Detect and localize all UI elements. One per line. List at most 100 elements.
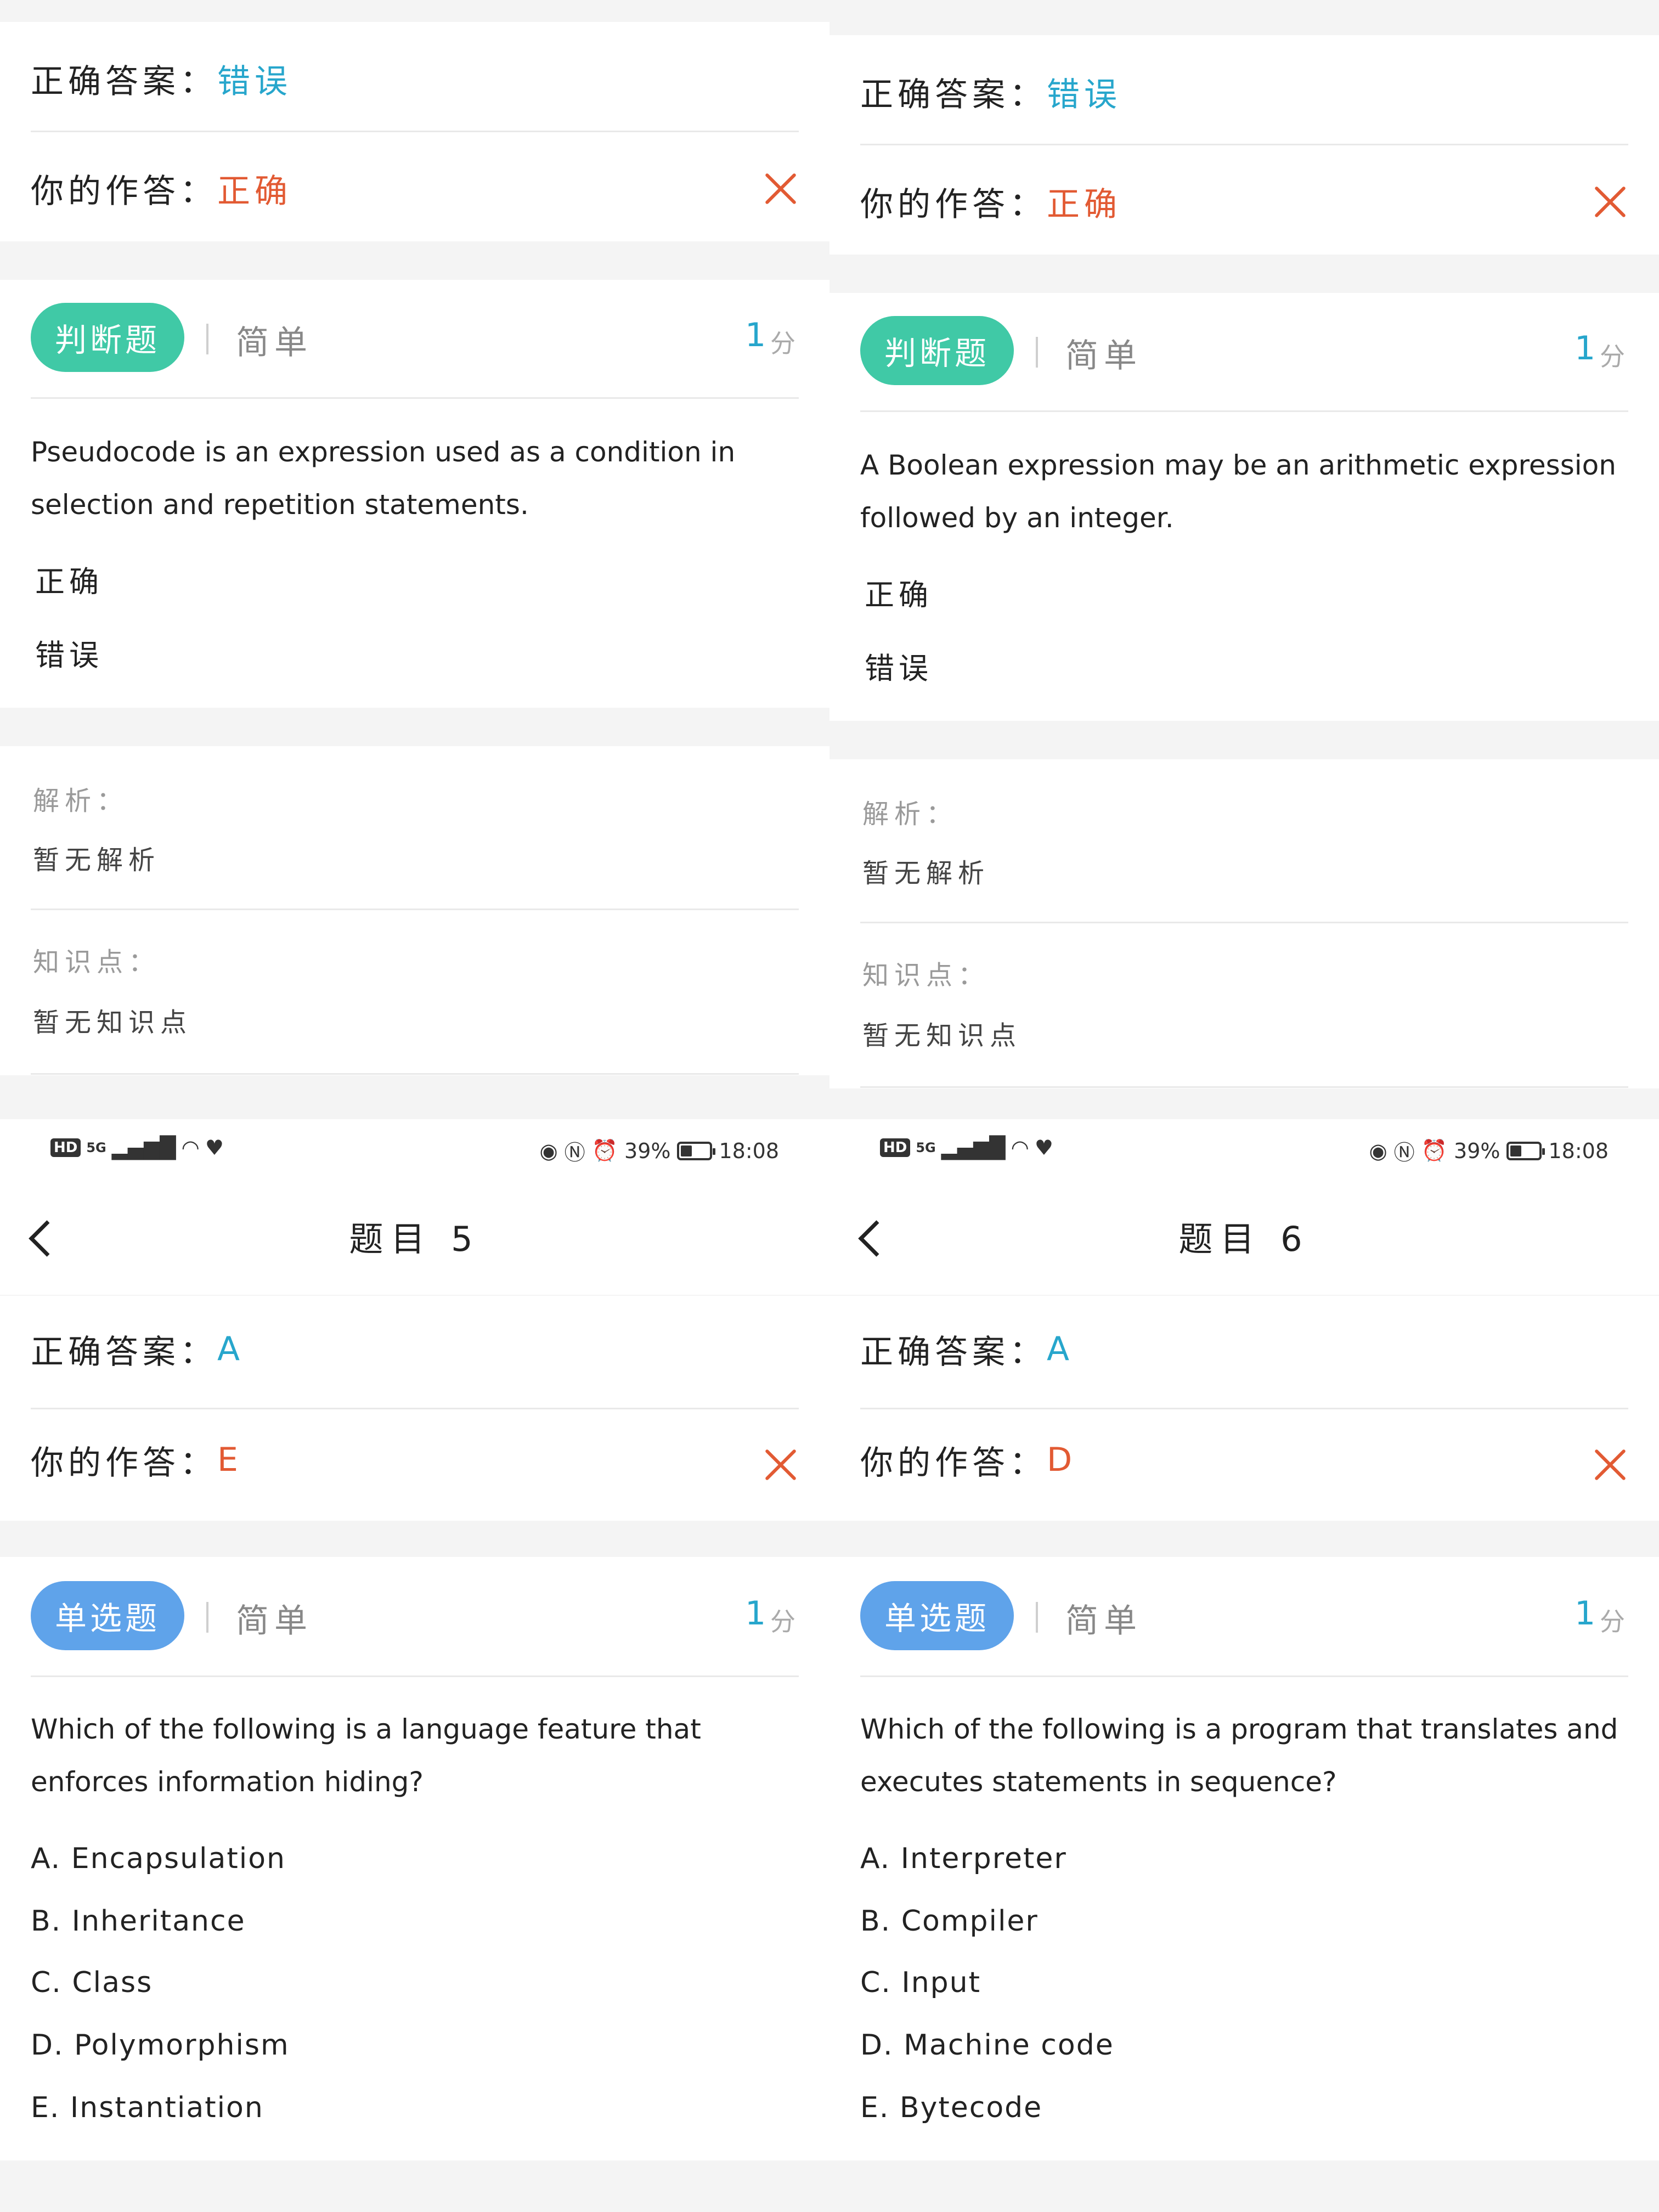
divider [860, 922, 1628, 923]
battery-fill [1510, 1145, 1521, 1156]
eye-icon: ◉ [1369, 1138, 1387, 1163]
signal-bars-icon: ▂▄▆█ [941, 1136, 1006, 1160]
your-answer-value: 正确 [1047, 185, 1121, 224]
divider [31, 131, 799, 132]
signal-5g-icon: 5G [916, 1140, 936, 1155]
option-a[interactable]: A. Encapsulation [31, 1842, 286, 1875]
option-c[interactable]: C. Input [860, 1966, 981, 1999]
option-b[interactable]: B. Compiler [860, 1905, 1039, 1938]
option-false[interactable]: 错误 [865, 644, 933, 687]
answer-card: 正确答案： 错误 你的作答： 正确 [830, 35, 1659, 255]
analysis-label: 解析： [33, 786, 129, 816]
knowledge-value: 暂无知识点 [862, 1020, 1022, 1051]
question-text: Which of the following is a program that… [860, 1713, 1618, 1798]
divider [860, 1086, 1628, 1088]
option-true[interactable]: 正确 [35, 557, 103, 601]
divider [31, 909, 799, 910]
correct-answer-label: 正确答案： [31, 1333, 217, 1372]
difficulty-label: 简单 [236, 1602, 313, 1640]
option-true[interactable]: 正确 [865, 571, 933, 614]
battery-icon [677, 1141, 716, 1160]
question-text: Which of the following is a language fea… [31, 1713, 701, 1798]
separator [1036, 1602, 1038, 1633]
score-value: 1 [1575, 1594, 1596, 1633]
clock: 18:08 [719, 1138, 779, 1163]
analysis-value: 暂无解析 [33, 845, 161, 876]
your-answer-row: 你的作答： E [31, 1435, 799, 1485]
nfc-icon: Ⓝ [564, 1141, 585, 1165]
divider [31, 397, 799, 399]
alarm-icon: ⏰ [1421, 1138, 1448, 1163]
signal-5g-icon: 5G [86, 1140, 106, 1155]
page-title: 题目 6 [1178, 1219, 1310, 1259]
question-type-badge: 单选题 [860, 1581, 1014, 1650]
your-answer-label: 你的作答： [860, 185, 1047, 224]
option-b[interactable]: B. Inheritance [31, 1905, 246, 1938]
your-answer-row: 你的作答： 正确 [31, 163, 799, 213]
separator [206, 324, 208, 354]
option-e[interactable]: E. Instantiation [31, 2091, 264, 2124]
question-text: A Boolean expression may be an arithmeti… [860, 449, 1616, 534]
heart-icon: ♥ [205, 1136, 224, 1160]
option-d[interactable]: D. Machine code [860, 2029, 1114, 2062]
separator [1036, 337, 1038, 368]
option-d[interactable]: D. Polymorphism [31, 2029, 290, 2062]
correct-answer-label: 正确答案： [860, 1333, 1047, 1372]
answer-card: 正确答案： A 你的作答： D [830, 1296, 1659, 1521]
divider [860, 1675, 1628, 1677]
knowledge-value: 暂无知识点 [33, 1007, 193, 1038]
analysis-card: 解析： 暂无解析 知识点： 暂无知识点 [830, 759, 1659, 1088]
battery-fill [681, 1145, 692, 1156]
option-false[interactable]: 错误 [35, 631, 103, 674]
correct-answer-row: 正确答案： 错误 [860, 67, 1628, 116]
answer-card: 正确答案： 错误 你的作答： 正确 [0, 22, 830, 241]
divider [31, 1073, 799, 1075]
status-bar: HD 5G ▂▄▆█ ◠ ♥ ◉ Ⓝ ⏰ 39% 18:08 [0, 1119, 830, 1180]
your-answer-row: 你的作答： D [860, 1435, 1628, 1485]
score-value: 1 [745, 1594, 766, 1633]
separator [206, 1602, 208, 1633]
difficulty-label: 简单 [1065, 1602, 1142, 1640]
question-card: 判断题 简单 1 分 A Boolean expression may be a… [830, 293, 1659, 721]
divider [31, 1675, 799, 1677]
battery-percent: 39% [1454, 1138, 1500, 1163]
divider [31, 1408, 799, 1409]
your-answer-label: 你的作答： [31, 172, 217, 211]
your-answer-value: E [217, 1441, 242, 1479]
your-answer-value: 正确 [217, 172, 292, 211]
your-answer-value: D [1047, 1441, 1077, 1479]
nfc-icon: Ⓝ [1393, 1141, 1415, 1165]
difficulty-label: 简单 [1065, 337, 1142, 375]
knowledge-label: 知识点： [862, 960, 990, 991]
correct-answer-value: 错误 [217, 62, 292, 101]
score-unit: 分 [770, 329, 795, 358]
alarm-icon: ⏰ [591, 1138, 618, 1163]
correct-answer-value: A [1047, 1330, 1074, 1368]
wrong-x-icon [764, 1447, 799, 1482]
score-value: 1 [1575, 329, 1596, 368]
wifi-icon: ◠ [1011, 1136, 1029, 1160]
hd-icon: HD [50, 1138, 81, 1157]
divider [860, 1408, 1628, 1409]
option-e[interactable]: E. Bytecode [860, 2091, 1042, 2124]
score-unit: 分 [770, 1607, 795, 1637]
option-c[interactable]: C. Class [31, 1966, 153, 1999]
your-answer-row: 你的作答： 正确 [860, 177, 1628, 226]
wrong-x-icon [1593, 184, 1628, 219]
page-title: 题目 5 [349, 1219, 481, 1259]
question-text: Pseudocode is an expression used as a co… [31, 436, 736, 521]
score-unit: 分 [1600, 1607, 1625, 1637]
hd-icon: HD [880, 1138, 911, 1157]
correct-answer-label: 正确答案： [31, 62, 217, 101]
difficulty-label: 简单 [236, 324, 313, 362]
wrong-x-icon [764, 171, 799, 206]
answer-card: 正确答案： A 你的作答： E [0, 1296, 830, 1521]
heart-icon: ♥ [1034, 1136, 1053, 1160]
score-unit: 分 [1600, 342, 1625, 371]
your-answer-label: 你的作答： [31, 1443, 217, 1482]
battery-percent: 39% [624, 1138, 671, 1163]
correct-answer-row: 正确答案： A [31, 1324, 799, 1374]
correct-answer-row: 正确答案： A [860, 1324, 1628, 1374]
option-a[interactable]: A. Interpreter [860, 1842, 1067, 1875]
status-bar: HD 5G ▂▄▆█ ◠ ♥ ◉ Ⓝ ⏰ 39% 18:08 [830, 1119, 1659, 1180]
